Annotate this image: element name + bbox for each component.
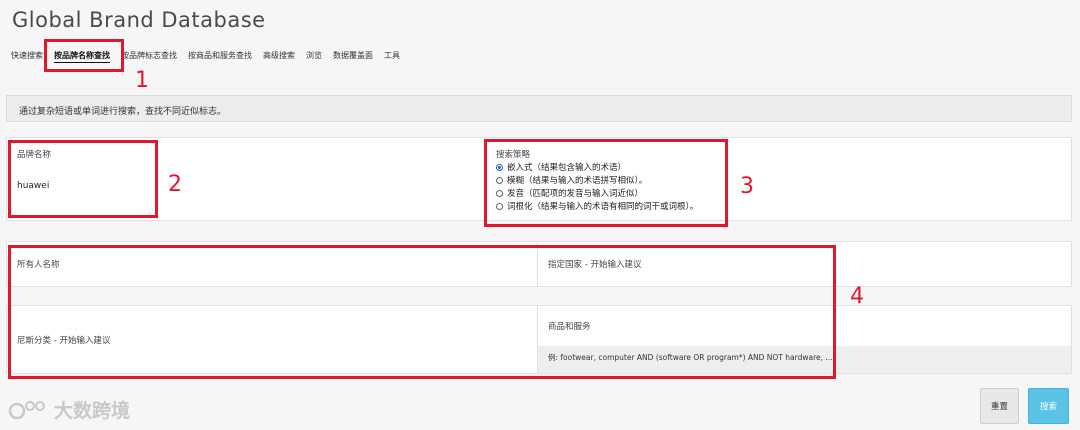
watermark: 大数跨境 [8, 396, 130, 423]
tab-brand-logo[interactable]: 按品牌标志查找 [121, 50, 177, 61]
tab-data-coverage[interactable]: 数据覆盖面 [333, 50, 373, 61]
annotation-number-1: 1 [135, 68, 149, 93]
tab-advanced-search[interactable]: 高级搜索 [263, 50, 295, 61]
annotation-number-2: 2 [168, 172, 182, 197]
annotation-box-1 [44, 39, 124, 72]
annotation-number-4: 4 [850, 284, 864, 309]
annotation-number-3: 3 [740, 174, 754, 199]
tab-goods-services[interactable]: 按商品和服务查找 [188, 50, 252, 61]
tab-browse[interactable]: 浏览 [306, 50, 322, 61]
watermark-logo-icon [8, 400, 45, 419]
tab-tools[interactable]: 工具 [384, 50, 400, 61]
page-title: Global Brand Database [12, 8, 266, 32]
search-description: 通过复杂短语或单词进行搜索，查找不同近似标志。 [6, 95, 1072, 122]
annotation-box-3 [484, 139, 728, 227]
annotation-box-4 [8, 245, 836, 379]
tab-quick-search[interactable]: 快速搜索 [11, 50, 43, 61]
reset-button[interactable]: 重置 [980, 388, 1019, 424]
annotation-box-2 [8, 140, 158, 218]
watermark-text: 大数跨境 [54, 400, 131, 422]
search-button[interactable]: 搜索 [1028, 388, 1069, 424]
